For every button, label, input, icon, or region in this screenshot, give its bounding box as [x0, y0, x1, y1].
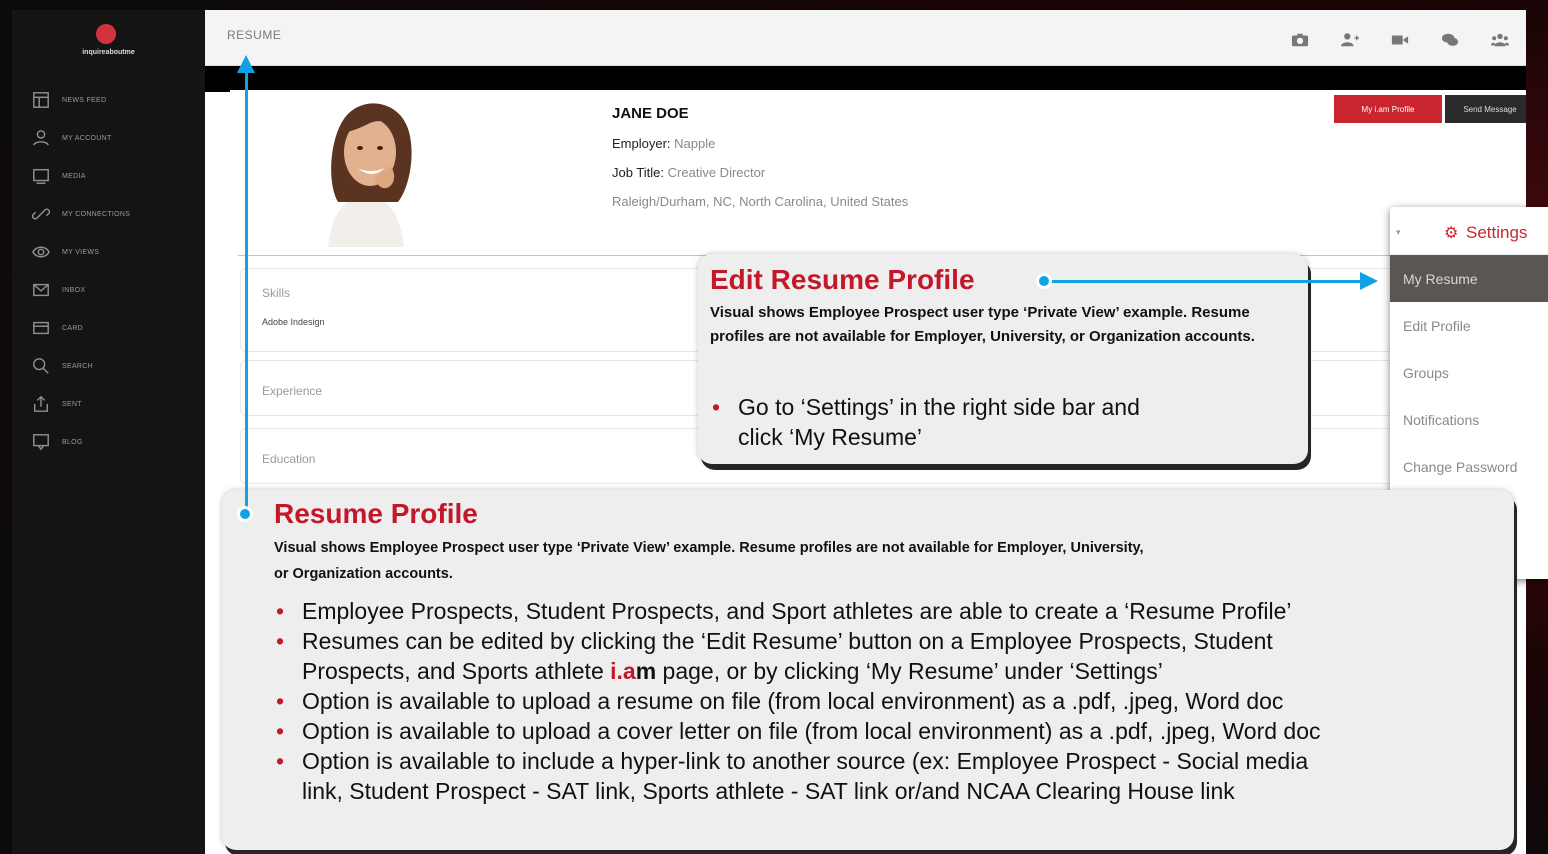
logo-icon[interactable]	[96, 24, 116, 44]
connector-dot	[237, 506, 253, 522]
user-icon	[30, 127, 52, 149]
resume-profile-callout: Resume Profile Visual shows Employee Pro…	[222, 490, 1514, 850]
nav-blog[interactable]: BLOG	[30, 428, 83, 456]
chat-icon[interactable]	[1441, 32, 1461, 48]
search-icon	[30, 355, 52, 377]
skills-title: Skills	[262, 286, 291, 300]
news-feed-icon	[30, 89, 52, 111]
inbox-icon	[30, 279, 52, 301]
bullet-item: Option is available to upload a cover le…	[274, 716, 1504, 746]
send-message-button[interactable]: Send Message	[1445, 95, 1526, 123]
connections-icon	[30, 203, 52, 225]
page-title: RESUME	[227, 28, 282, 42]
menu-item-groups[interactable]: Groups	[1390, 349, 1548, 396]
profile-name: JANE DOE	[612, 105, 689, 122]
profile-photo	[308, 92, 424, 247]
callout-bullets: Employee Prospects, Student Prospects, a…	[274, 596, 1504, 806]
header-band	[205, 66, 1526, 92]
callout-title: Edit Resume Profile	[710, 264, 975, 295]
arrow-right-icon	[1360, 272, 1378, 290]
nav-news-feed[interactable]: NEWS FEED	[30, 86, 106, 114]
menu-item-my-resume[interactable]: My Resume	[1390, 255, 1548, 302]
employer-line: Employer: Napple	[612, 136, 715, 151]
nav-my-connections[interactable]: MY CONNECTIONS	[30, 200, 130, 228]
chevron-down-icon[interactable]: ▾	[1396, 227, 1401, 238]
nav-label: MY VIEWS	[62, 248, 100, 256]
bullet-text-cont: Prospects, and Sports athlete	[302, 658, 611, 684]
nav-label: NEWS FEED	[62, 96, 107, 104]
nav-my-views[interactable]: MY VIEWS	[30, 238, 99, 266]
sent-icon	[30, 393, 52, 415]
group-icon[interactable]	[1491, 32, 1511, 48]
arrow-up-icon	[237, 55, 255, 73]
nav-label: BLOG	[62, 438, 83, 446]
menu-item-change-password[interactable]: Change Password	[1390, 443, 1548, 490]
nav-inbox[interactable]: INBOX	[30, 276, 85, 304]
nav-label: MY ACCOUNT	[62, 134, 112, 142]
employer-value: Napple	[674, 136, 716, 151]
job-title-value: Creative Director	[667, 165, 766, 180]
callout-bullets: Go to ‘Settings’ in the right side bar a…	[710, 392, 1300, 452]
blog-icon	[30, 431, 52, 453]
nav-sent[interactable]: SENT	[30, 390, 82, 418]
connector-line	[1044, 280, 1364, 283]
nav-label: CARD	[62, 324, 84, 332]
bullet-text: Go to ‘Settings’ in the right side bar a…	[738, 394, 1140, 420]
nav-label: INBOX	[62, 286, 86, 294]
nav-label: MY CONNECTIONS	[62, 210, 131, 218]
connector-line	[245, 70, 248, 514]
bullet-item: Resumes can be edited by clicking the ‘E…	[274, 626, 1504, 686]
iam-brand-suffix: m	[635, 658, 657, 684]
bullet-item: Go to ‘Settings’ in the right side bar a…	[710, 392, 1300, 452]
nav-label: MEDIA	[62, 172, 86, 180]
nav-my-account[interactable]: MY ACCOUNT	[30, 124, 112, 152]
bullet-text-cont: click ‘My Resume’	[738, 424, 923, 450]
callout-desc-line2: or Organization accounts.	[274, 566, 453, 582]
edit-resume-callout: Edit Resume Profile Visual shows Employe…	[698, 254, 1308, 464]
menu-item-notifications[interactable]: Notifications	[1390, 396, 1548, 443]
camera-icon[interactable]	[1291, 32, 1311, 48]
media-icon	[30, 165, 52, 187]
callout-title: Resume Profile	[274, 498, 478, 529]
card-icon	[30, 317, 52, 339]
nav-card[interactable]: CARD	[30, 314, 83, 342]
bullet-item: Option is available to include a hyper-l…	[274, 746, 1504, 806]
nav-search[interactable]: SEARCH	[30, 352, 93, 380]
bullet-text: Option is available to include a hyper-l…	[302, 748, 1309, 774]
top-bar: RESUME	[205, 10, 1526, 66]
my-profile-button[interactable]: My i.am Profile	[1334, 95, 1442, 123]
employer-label: Employer:	[612, 136, 671, 151]
bullet-text: Resumes can be edited by clicking the ‘E…	[302, 628, 1273, 654]
menu-item-edit-profile[interactable]: Edit Profile	[1390, 302, 1548, 349]
iam-brand-prefix: i.a	[610, 658, 636, 684]
bullet-text-end: page, or by clicking ‘My Resume’ under ‘…	[656, 658, 1163, 684]
bullet-text-cont: link, Student Prospect - SAT link, Sport…	[302, 778, 1235, 804]
bullet-item: Employee Prospects, Student Prospects, a…	[274, 596, 1504, 626]
callout-desc-line1: Visual shows Employee Prospect user type…	[274, 540, 1144, 556]
gear-icon: ⚙	[1444, 225, 1459, 242]
connector-dot	[1036, 273, 1052, 289]
job-title-label: Job Title:	[612, 165, 665, 180]
logo-text[interactable]: inquireaboutme	[12, 49, 205, 56]
nav-label: SEARCH	[62, 362, 93, 370]
add-user-icon[interactable]	[1341, 32, 1361, 48]
video-icon[interactable]	[1391, 32, 1411, 48]
experience-title: Experience	[262, 384, 323, 398]
skills-value: Adobe Indesign	[262, 317, 325, 327]
profile-location: Raleigh/Durham, NC, North Carolina, Unit…	[612, 194, 909, 209]
job-title-line: Job Title: Creative Director	[612, 165, 765, 180]
bullet-item: Option is available to upload a resume o…	[274, 686, 1504, 716]
nav-media[interactable]: MEDIA	[30, 162, 86, 190]
callout-desc: Visual shows Employee Prospect user type…	[710, 304, 1255, 345]
settings-header[interactable]: ▾ ⚙ Settings	[1390, 207, 1548, 255]
sidebar: inquireaboutme NEWS FEED MY ACCOUNT MEDI…	[12, 10, 205, 854]
eye-icon	[30, 241, 52, 263]
settings-label: Settings	[1466, 223, 1528, 242]
education-title: Education	[262, 452, 316, 466]
nav-label: SENT	[62, 400, 82, 408]
